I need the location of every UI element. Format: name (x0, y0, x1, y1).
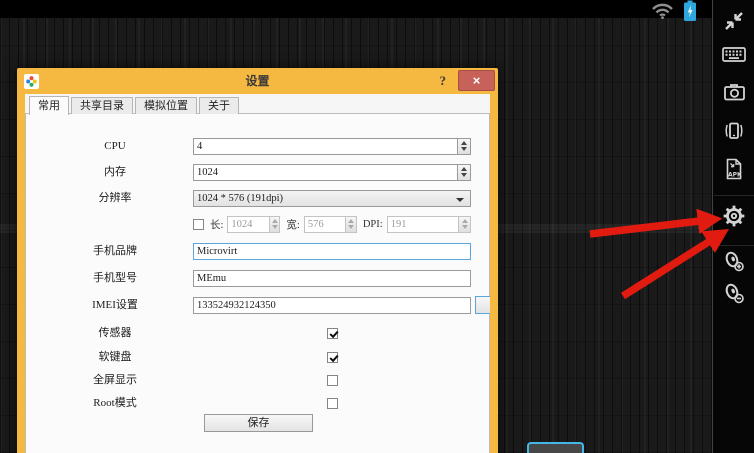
imei-input[interactable] (193, 296, 471, 314)
custom-resolution-checkbox[interactable] (193, 218, 204, 230)
tab-panel-common: CPU 内存 (25, 113, 490, 453)
tab-shared-folder[interactable]: 共享目录 (71, 97, 133, 114)
soft-keyboard-label: 软键盘 (98, 351, 132, 363)
spin-up-icon[interactable] (460, 167, 467, 171)
android-status-bar (0, 0, 712, 21)
toolbar-separator (714, 195, 754, 196)
battery-charging-icon (683, 0, 697, 27)
wifi-icon (651, 2, 674, 24)
resolution-value: 1024 * 576 (191dpi) (197, 192, 284, 204)
close-button[interactable]: × (458, 70, 495, 91)
height-input[interactable] (303, 215, 346, 233)
brand-label: 手机品牌 (93, 245, 137, 257)
form-row-sensor: 传感器 (26, 324, 489, 342)
emulator-bottom-button[interactable] (527, 442, 584, 453)
sensor-label: 传感器 (98, 327, 132, 339)
width-spinner (227, 215, 281, 233)
volume-up-icon[interactable] (713, 244, 754, 278)
memory-spinner (193, 163, 471, 181)
tab-about[interactable]: 关于 (199, 97, 239, 114)
dpi-input[interactable] (386, 215, 459, 233)
spin-down-icon[interactable] (460, 173, 467, 177)
dpi-spin-buttons[interactable] (458, 215, 471, 233)
form-row-fullscreen: 全屏显示 (26, 371, 489, 389)
brand-input[interactable] (193, 242, 471, 260)
height-spinner (303, 215, 357, 233)
model-label: 手机型号 (93, 272, 137, 284)
fullscreen-checkbox[interactable] (326, 374, 338, 386)
spin-down-icon[interactable] (271, 225, 278, 229)
cpu-label: CPU (104, 140, 126, 152)
form-row-soft-keyboard: 软键盘 (26, 348, 489, 366)
cpu-spinner (193, 137, 471, 155)
form-row-imei: IMEI设置 生成 (26, 296, 490, 314)
save-button[interactable]: 保存 (204, 414, 313, 432)
cpu-spin-buttons[interactable] (456, 137, 471, 155)
soft-keyboard-checkbox[interactable] (326, 351, 338, 363)
model-input[interactable] (193, 269, 471, 287)
exit-fullscreen-icon[interactable] (713, 4, 754, 38)
memory-spin-buttons[interactable] (456, 163, 471, 181)
spin-up-icon[interactable] (460, 141, 467, 145)
form-row-model: 手机型号 (26, 269, 489, 287)
tab-bar: 常用 共享目录 模拟位置 关于 (29, 96, 241, 116)
install-apk-icon[interactable]: APK (713, 152, 754, 186)
tab-mock-location[interactable]: 模拟位置 (135, 97, 197, 114)
dpi-label: DPI: (362, 218, 383, 230)
memory-label: 内存 (104, 166, 126, 178)
svg-text:APK: APK (728, 172, 742, 179)
root-mode-label: Root模式 (93, 397, 137, 409)
chevron-down-icon (456, 197, 464, 202)
dialog-content: 常用 共享目录 模拟位置 关于 CPU 内存 (25, 94, 490, 453)
screenshot-camera-icon[interactable] (713, 75, 754, 109)
fullscreen-label: 全屏显示 (93, 374, 137, 386)
settings-dialog: 设置 ? × 常用 共享目录 模拟位置 关于 CPU 4 内存 1024 分辨率… (17, 68, 498, 453)
tab-common[interactable]: 常用 (29, 96, 69, 115)
dialog-titlebar[interactable]: 设置 ? × (17, 68, 498, 94)
height-spin-buttons[interactable] (345, 215, 357, 233)
spin-up-icon[interactable] (348, 219, 354, 223)
dialog-title: 设置 (245, 74, 270, 88)
form-row-resolution: 分辨率 1024 * 576 (191dpi) (26, 189, 489, 207)
help-button[interactable]: ? (436, 68, 451, 94)
form-row-brand: 手机品牌 (26, 242, 489, 260)
imei-label: IMEI设置 (92, 299, 138, 311)
spin-up-icon[interactable] (461, 219, 468, 223)
root-mode-checkbox[interactable] (326, 397, 338, 409)
height-label: 宽: (286, 219, 300, 231)
width-label: 长: (210, 219, 224, 231)
sensor-checkbox[interactable] (326, 327, 338, 339)
resolution-dropdown[interactable]: 1024 * 576 (191dpi) (193, 189, 471, 207)
settings-gear-icon[interactable] (713, 199, 754, 233)
shake-phone-icon[interactable] (713, 114, 754, 148)
spin-down-icon[interactable] (461, 225, 468, 229)
generate-imei-button[interactable]: 生成 (475, 296, 490, 314)
form-row-memory: 内存 (26, 163, 489, 181)
volume-down-icon[interactable] (713, 276, 754, 310)
spin-down-icon[interactable] (460, 147, 467, 151)
keyboard-icon[interactable] (713, 37, 754, 71)
form-row-custom-resolution: 长: 宽: (26, 215, 489, 233)
resolution-label: 分辨率 (98, 192, 132, 204)
cpu-input[interactable] (193, 137, 457, 155)
memory-input[interactable] (193, 163, 457, 181)
width-spin-buttons[interactable] (268, 215, 281, 233)
width-input[interactable] (227, 215, 269, 233)
spin-down-icon[interactable] (348, 225, 354, 229)
spin-up-icon[interactable] (271, 219, 278, 223)
emulator-toolbar: APK (712, 0, 754, 453)
form-row-cpu: CPU (26, 137, 489, 155)
dpi-spinner (386, 215, 471, 233)
form-row-root-mode: Root模式 (26, 394, 489, 412)
